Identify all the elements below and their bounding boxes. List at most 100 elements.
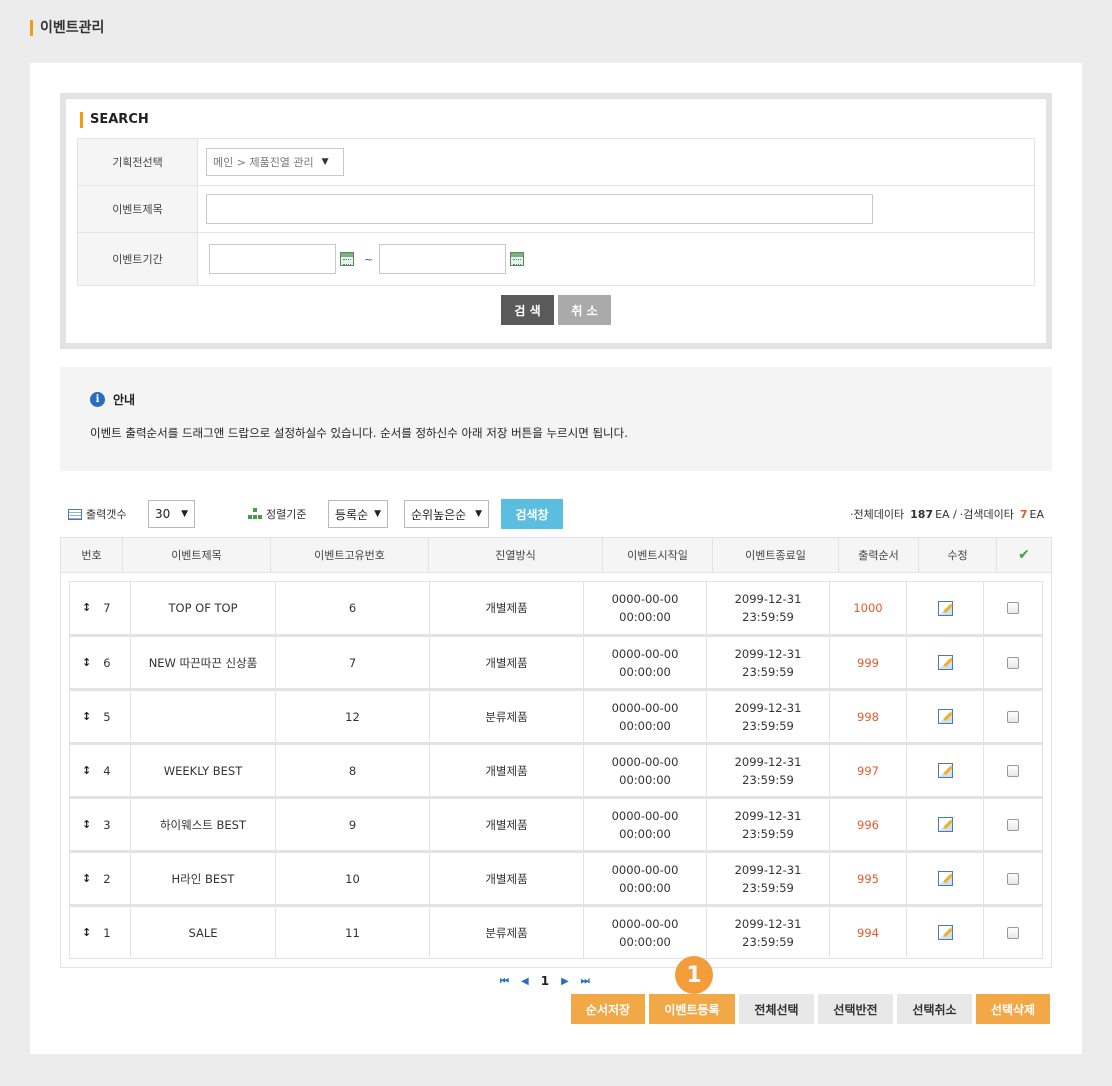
search-form: 기획전선택 메인 > 제품진열 관리 ▼ 이벤트제목 이벤트기간 ~: [77, 138, 1035, 286]
event-grid: 번호 이벤트제목 이벤트고유번호 진열방식 이벤트시작일 이벤트종료일 출력순서…: [60, 537, 1052, 968]
event-title-input[interactable]: [206, 194, 873, 224]
select-cell: [984, 691, 1042, 742]
drag-handle-icon[interactable]: ↕: [82, 708, 91, 726]
row-number-cell: ↕ 4: [70, 745, 131, 796]
table-row[interactable]: ↕ 2 H라인 BEST 10 개별제품 0000-00-00 00:00:00 2099-1…: [69, 851, 1043, 905]
period-start-input[interactable]: [209, 244, 336, 274]
count-select-value: 30: [155, 507, 171, 521]
calendar-icon[interactable]: [340, 252, 354, 266]
event-title: WEEKLY BEST: [131, 745, 276, 796]
drag-handle-icon[interactable]: ↕: [82, 654, 91, 672]
edit-icon[interactable]: [937, 763, 953, 778]
display-type: 개별제품: [430, 745, 584, 796]
start-time: 00:00:00: [619, 880, 671, 895]
col-select[interactable]: ✔: [997, 538, 1051, 572]
select-cell: [984, 907, 1042, 958]
count-label: 출력갯수: [68, 499, 126, 529]
search-button[interactable]: 검 색: [501, 295, 554, 325]
end-date-cell: 2099-12-31 23:59:59: [707, 799, 830, 850]
drag-handle-icon[interactable]: ↕: [82, 599, 91, 617]
table-row[interactable]: ↕ 5 12 분류제품 0000-00-00 00:00:00 2099-12-31 23:5…: [69, 689, 1043, 743]
calendar-icon[interactable]: [510, 252, 525, 266]
edit-icon[interactable]: [937, 925, 953, 940]
col-id: 이벤트고유번호: [271, 538, 429, 572]
event-id: 8: [276, 745, 430, 796]
end-date: 2099-12-31: [734, 592, 802, 606]
delete-selected-button[interactable]: 선택삭제: [976, 994, 1050, 1024]
edit-icon[interactable]: [937, 817, 953, 832]
table-row[interactable]: ↕ 3 하이웨스트 BEST 9 개별제품 0000-00-00 00:00:00 2099-…: [69, 797, 1043, 851]
row-number: 2: [103, 871, 111, 886]
table-row[interactable]: ↕ 6 NEW 따끈따끈 신상품 7 개별제품 0000-00-00 00:00:00 209…: [69, 635, 1043, 689]
row-checkbox[interactable]: [1007, 710, 1019, 723]
edit-icon[interactable]: [937, 600, 953, 616]
info-text: 이벤트 출력순서를 드래그앤 드랍으로 설정하실수 있습니다. 순서를 정하신수…: [90, 426, 628, 440]
plan-select[interactable]: 메인 > 제품진열 관리 ▼: [206, 148, 344, 176]
prev-page-icon[interactable]: ◀: [521, 976, 529, 987]
next-page-icon[interactable]: ▶: [561, 976, 569, 987]
sitemap-icon: [248, 508, 262, 520]
display-type: 개별제품: [430, 582, 584, 634]
table-row[interactable]: ↕ 7 TOP OF TOP 6 개별제품 0000-00-00 00:00:00 2099-…: [69, 581, 1043, 635]
search-window-button[interactable]: 검색창: [501, 499, 563, 529]
order-select[interactable]: 순위높은순 ▼: [404, 500, 489, 528]
chevron-down-icon: ▼: [475, 509, 482, 519]
row-checkbox[interactable]: [1007, 656, 1019, 669]
row-checkbox[interactable]: [1007, 764, 1019, 777]
end-date-cell: 2099-12-31 23:59:59: [707, 853, 830, 904]
edit-cell: [907, 799, 984, 850]
row-checkbox[interactable]: [1007, 602, 1019, 614]
table-row[interactable]: ↕ 1 SALE 11 분류제품 0000-00-00 00:00:00 2099-12-31…: [69, 905, 1043, 959]
info-icon: i: [90, 392, 105, 407]
table-row[interactable]: ↕ 4 WEEKLY BEST 8 개별제품 0000-00-00 00:00:00 2099…: [69, 743, 1043, 797]
select-cell: [984, 582, 1042, 634]
edit-cell: [907, 691, 984, 742]
start-time: 00:00:00: [619, 664, 671, 679]
sort-label: 정렬기준: [248, 499, 306, 529]
data-stats: ·전체데이타 187 EA / ·검색데이타 7 EA: [850, 499, 1044, 529]
checkmark-icon[interactable]: ✔: [1018, 547, 1030, 563]
drag-handle-icon[interactable]: ↕: [82, 924, 91, 942]
cancel-button[interactable]: 취 소: [558, 295, 611, 325]
print-order: 998: [830, 691, 907, 742]
select-all-button[interactable]: 전체선택: [739, 994, 814, 1024]
edit-icon[interactable]: [937, 655, 953, 670]
start-date-cell: 0000-00-00 00:00:00: [584, 799, 707, 850]
event-id: 9: [276, 799, 430, 850]
select-cell: [984, 853, 1042, 904]
row-checkbox[interactable]: [1007, 818, 1019, 831]
drag-handle-icon[interactable]: ↕: [82, 762, 91, 780]
title-label: 이벤트제목: [78, 186, 198, 232]
print-order: 999: [830, 637, 907, 688]
title-cell: [198, 186, 1034, 232]
row-number-cell: ↕ 7: [70, 582, 131, 634]
end-date-cell: 2099-12-31 23:59:59: [707, 582, 830, 634]
save-order-button[interactable]: 순서저장: [571, 994, 645, 1024]
print-order: 1000: [830, 582, 907, 634]
register-event-button[interactable]: 이벤트등록: [649, 994, 735, 1024]
last-page-icon[interactable]: ⏭: [581, 976, 590, 987]
first-page-icon[interactable]: ⏮: [500, 976, 509, 987]
invert-selection-button[interactable]: 선택반전: [818, 994, 893, 1024]
page-number[interactable]: 1: [541, 974, 549, 988]
start-date: 0000-00-00: [611, 754, 679, 769]
deselect-button[interactable]: 선택취소: [897, 994, 972, 1024]
edit-icon[interactable]: [937, 709, 953, 724]
edit-cell: [907, 853, 984, 904]
period-end-input[interactable]: [379, 244, 507, 274]
drag-handle-icon[interactable]: ↕: [82, 870, 91, 888]
row-checkbox[interactable]: [1007, 872, 1019, 885]
edit-icon[interactable]: [937, 871, 953, 886]
drag-handle-icon[interactable]: ↕: [82, 816, 91, 834]
event-id: 12: [276, 691, 430, 742]
event-id: 11: [276, 907, 430, 958]
count-select[interactable]: 30 ▼: [148, 500, 195, 528]
start-date-cell: 0000-00-00 00:00:00: [584, 907, 707, 958]
col-no: 번호: [61, 538, 123, 572]
start-date-cell: 0000-00-00 00:00:00: [584, 582, 707, 634]
row-checkbox[interactable]: [1007, 926, 1019, 939]
end-date: 2099-12-31: [734, 916, 802, 931]
total-count: 187: [910, 507, 934, 521]
sort-select[interactable]: 등록순 ▼: [328, 500, 388, 528]
start-date: 0000-00-00: [611, 808, 679, 823]
